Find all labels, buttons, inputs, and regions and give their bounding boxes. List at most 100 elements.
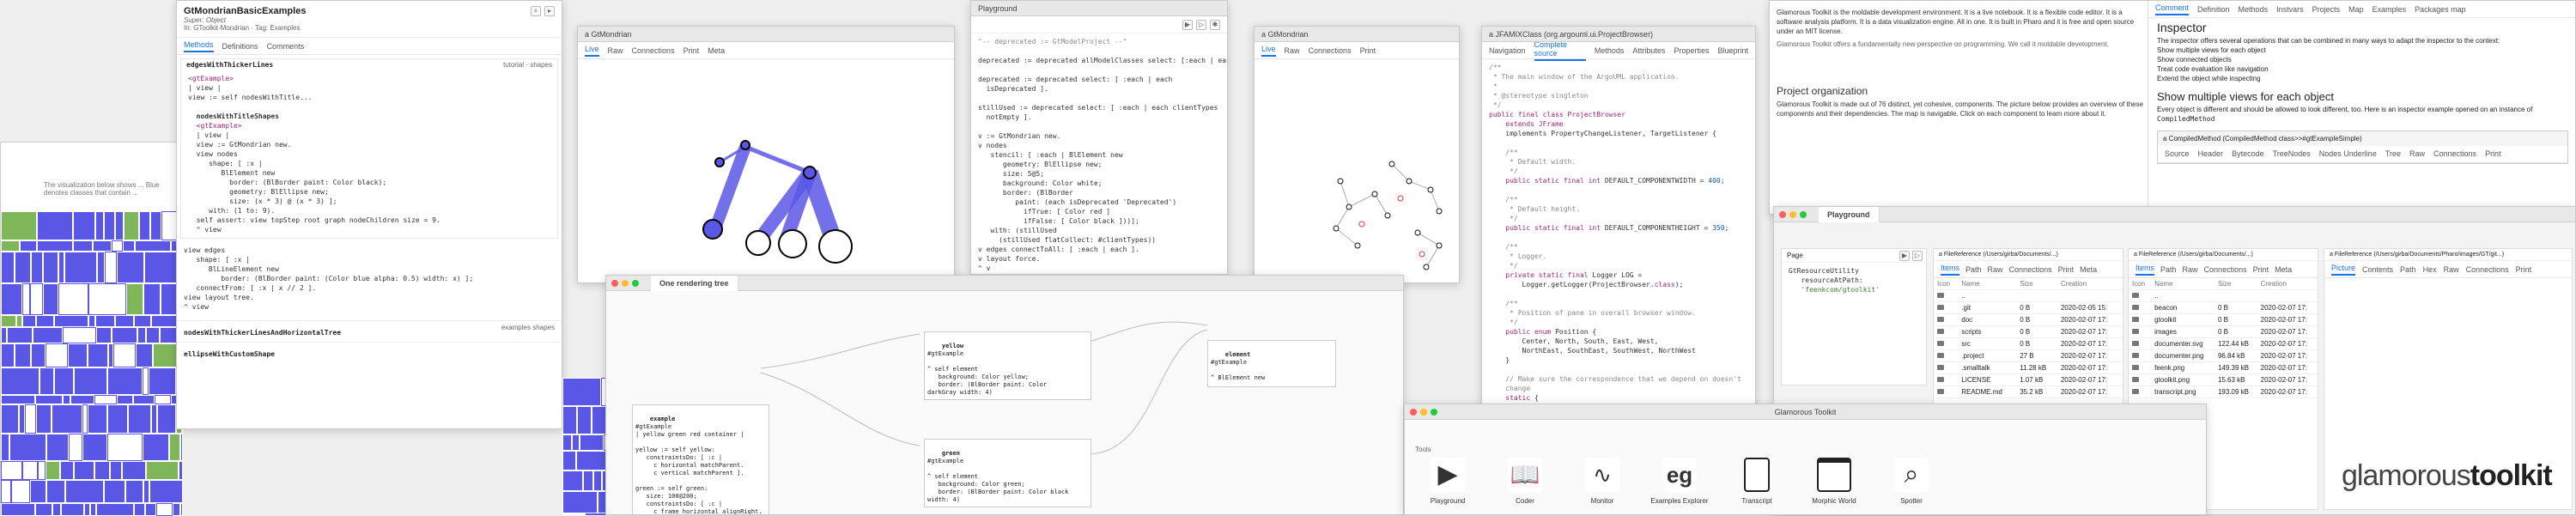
treemap-tile[interactable] <box>65 480 104 503</box>
treemap-tile[interactable] <box>1 283 22 315</box>
treemap-tile[interactable] <box>95 315 115 327</box>
treemap-tile[interactable] <box>577 406 592 434</box>
treemap-tile[interactable] <box>36 404 52 434</box>
java-source[interactable]: /** * The main window of the ArgoUML app… <box>1482 59 1755 444</box>
tab-projects[interactable]: Projects <box>2312 5 2341 14</box>
tab-navigation[interactable]: Navigation <box>1489 46 1526 55</box>
node-yellow[interactable]: yellow #gtExample ^ self element backgro… <box>924 331 1091 400</box>
tab-instvars[interactable]: Instvars <box>2276 5 2304 14</box>
method-editor[interactable]: edgesWithThickerLines tutorial · shapes <… <box>180 58 558 239</box>
files-tab[interactable]: Playground <box>1819 207 1880 222</box>
treemap-tile[interactable] <box>88 315 95 327</box>
treemap-tile[interactable] <box>107 404 128 434</box>
tab-live[interactable]: Live <box>585 45 599 57</box>
treemap-tile[interactable] <box>90 503 96 516</box>
treemap-tile[interactable] <box>1 434 9 461</box>
treemap-tile[interactable] <box>93 240 112 252</box>
tab-comment[interactable]: Comment <box>2155 3 2190 15</box>
column-header[interactable]: Name <box>1958 278 2017 290</box>
treemap-tile[interactable] <box>173 503 180 516</box>
minimize-icon[interactable] <box>622 280 629 287</box>
treemap-tile[interactable] <box>64 252 97 283</box>
column-header[interactable]: Size <box>2016 278 2057 290</box>
tab-raw[interactable]: Raw <box>608 46 623 55</box>
tab-header[interactable]: Header <box>2198 149 2224 159</box>
tab-live[interactable]: Live <box>1261 45 1276 57</box>
treemap-tile[interactable] <box>1 461 22 480</box>
tab-methods[interactable]: Methods <box>1595 46 1625 55</box>
treemap-tile[interactable] <box>115 315 134 327</box>
tab-definitions[interactable]: Definitions <box>222 42 258 51</box>
tab-connections[interactable]: Connections <box>2433 149 2476 159</box>
nested-method-name[interactable]: nodesWithTitleShapes <box>197 112 279 120</box>
table-row[interactable]: documenter.png 96.84 kB 2020-02-07 17: <box>2129 349 2318 362</box>
tab-hex[interactable]: Hex <box>2423 265 2437 274</box>
tab-contents[interactable]: Contents <box>2362 265 2393 274</box>
treemap-tile[interactable] <box>1 404 19 434</box>
treemap-tile[interactable] <box>46 461 60 480</box>
treemap-tile[interactable] <box>180 503 183 516</box>
treemap-tile[interactable] <box>84 503 90 516</box>
table-row[interactable]: .project 27 B 2020-02-07 17: <box>1934 349 2123 362</box>
treemap-tile[interactable] <box>112 240 123 252</box>
tab-examples[interactable]: Examples <box>2372 5 2407 14</box>
treemap-tile[interactable] <box>1 211 37 240</box>
treemap-tile[interactable] <box>1 395 35 404</box>
tool-playground[interactable]: ▶ Playground <box>1409 458 1486 505</box>
treemap-tile[interactable] <box>1 252 15 283</box>
treemap-tile[interactable] <box>60 461 74 480</box>
tab-meta[interactable]: Meta <box>2080 265 2097 274</box>
treemap-tile[interactable] <box>150 211 161 240</box>
column-header[interactable]: Icon <box>1934 278 1959 290</box>
treemap-tile[interactable] <box>39 367 54 395</box>
treemap-tile[interactable] <box>74 461 94 480</box>
tab-print[interactable]: Print <box>683 46 700 55</box>
tab-connections[interactable]: Connections <box>2466 265 2509 274</box>
close-icon[interactable] <box>1410 409 1417 416</box>
treemap-tile[interactable] <box>583 470 593 491</box>
tab-print[interactable]: Print <box>2485 149 2501 159</box>
treemap-tile[interactable] <box>122 461 146 480</box>
tab-print[interactable]: Print <box>2253 265 2269 274</box>
method3-name[interactable]: nodesWithThickerLinesAndHorizontalTree <box>184 329 341 337</box>
tab-connections[interactable]: Connections <box>2204 265 2247 274</box>
treemap-tile[interactable] <box>143 480 149 503</box>
tab-raw[interactable]: Raw <box>1285 46 1300 55</box>
treemap-tile[interactable] <box>88 404 107 434</box>
tab-print[interactable]: Print <box>2516 265 2532 274</box>
treemap-tile[interactable] <box>15 252 31 283</box>
tab-connections[interactable]: Connections <box>1309 46 1352 55</box>
tool-transcript[interactable]: Transcript <box>1718 458 1795 505</box>
tab-raw[interactable]: Raw <box>2409 149 2425 159</box>
treemap-tile[interactable] <box>134 315 151 327</box>
column-header[interactable]: Creation <box>2057 278 2123 290</box>
treemap-tile[interactable] <box>52 404 82 434</box>
method-source[interactable]: <gtExample> | view | view := self nodesW… <box>181 70 557 238</box>
treemap-tile[interactable] <box>96 327 112 343</box>
treemap-tile[interactable] <box>37 211 73 240</box>
treemap-tile[interactable] <box>128 404 151 434</box>
treemap-tile[interactable] <box>35 503 52 516</box>
treemap-tile[interactable] <box>562 470 583 491</box>
treemap-tile[interactable] <box>572 434 580 451</box>
tab-items[interactable]: Items <box>1941 264 1960 276</box>
table-row[interactable]: gtoolkit 0 B 2020-02-07 17: <box>2129 313 2318 326</box>
treemap-tile[interactable] <box>135 240 171 252</box>
tab-path[interactable]: Path <box>2400 265 2416 274</box>
treemap-tile[interactable] <box>38 461 46 480</box>
treemap-tile[interactable] <box>143 434 169 461</box>
table-row[interactable]: transcript.png 193.09 kB 2020-02-07 17: <box>2129 385 2318 398</box>
close-icon[interactable] <box>611 280 618 287</box>
treemap-tile[interactable] <box>37 240 73 252</box>
tab-methods[interactable]: Methods <box>2239 5 2269 14</box>
column-header[interactable]: Icon <box>2129 278 2152 290</box>
table-row[interactable]: gtoolkit.png 15.63 kB 2020-02-07 17: <box>2129 373 2318 386</box>
treemap-tile[interactable] <box>143 283 161 315</box>
treemap-tile[interactable] <box>105 252 117 283</box>
treemap-tile[interactable] <box>580 434 604 451</box>
maximize-icon[interactable] <box>1431 409 1437 416</box>
debug-icon[interactable]: ✱ <box>1210 20 1220 30</box>
treemap-tile[interactable] <box>1 343 15 367</box>
treemap-tile[interactable] <box>19 404 25 434</box>
tab-complete-source[interactable]: Complete source <box>1534 40 1586 61</box>
